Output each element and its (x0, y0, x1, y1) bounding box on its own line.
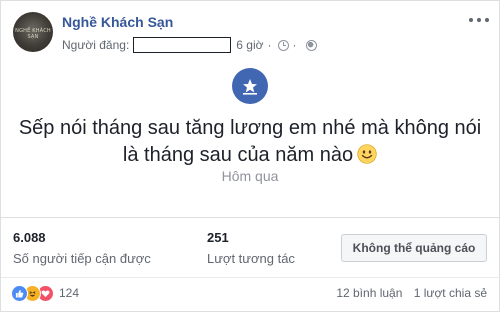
page-avatar[interactable]: NGHỀ KHÁCH SẠN (13, 12, 53, 52)
author-label: Người đăng: (62, 38, 130, 52)
dot-icon (469, 18, 473, 22)
post-text-line1: Sếp nói tháng sau tăng lương em nhé mà k… (18, 117, 482, 139)
reaction-count: 124 (59, 286, 80, 300)
post-meta: Người đăng: 6 giờ · · (62, 37, 317, 53)
post-text-line2-wrap: là tháng sau của năm nào (11, 142, 489, 169)
post-timestamp: Hôm qua (221, 168, 279, 184)
divider (1, 217, 499, 218)
post-body-text: Sếp nói tháng sau tăng lương em nhé mà k… (11, 115, 489, 169)
dot-icon (485, 18, 489, 22)
star-badge-icon (232, 68, 268, 104)
engagement-stat: 251 Lượt tương tác (207, 230, 295, 266)
reach-label: Số người tiếp cận được (13, 251, 151, 266)
shares-link[interactable]: 1 lượt chia sẻ (414, 286, 487, 300)
boost-post-button[interactable]: Không thể quảng cáo (341, 234, 487, 262)
globe-icon[interactable] (305, 39, 317, 51)
clock-icon (277, 39, 289, 51)
post-text-line2: là tháng sau của năm nào (122, 144, 354, 166)
more-options-button[interactable] (469, 14, 489, 26)
post-time[interactable]: 6 giờ (236, 38, 263, 52)
reach-value: 6.088 (13, 230, 46, 245)
divider (1, 277, 499, 278)
smile-emoji-icon (357, 144, 377, 164)
post-header: NGHỀ KHÁCH SẠN Nghề Khách Sạn Người đăng… (13, 12, 489, 56)
engagement-label: Lượt tương tác (207, 251, 295, 266)
avatar-logo-text: NGHỀ KHÁCH SẠN (15, 28, 51, 40)
page-name-link[interactable]: Nghề Khách Sạn (62, 14, 173, 30)
reactions-summary[interactable]: 124 (11, 284, 79, 302)
engagement-links: 12 bình luận 1 lượt chia sẻ (336, 286, 487, 300)
meta-separator-2: · (292, 38, 297, 52)
redacted-author-box (133, 37, 232, 53)
dot-icon (477, 18, 481, 22)
like-reaction-icon (11, 284, 28, 302)
reach-stat: 6.088 Số người tiếp cận được (13, 230, 151, 266)
post-card: NGHỀ KHÁCH SẠN Nghề Khách Sạn Người đăng… (0, 0, 500, 312)
meta-separator: · (267, 38, 272, 52)
comments-link[interactable]: 12 bình luận (336, 286, 402, 300)
engagement-value: 251 (207, 230, 229, 245)
